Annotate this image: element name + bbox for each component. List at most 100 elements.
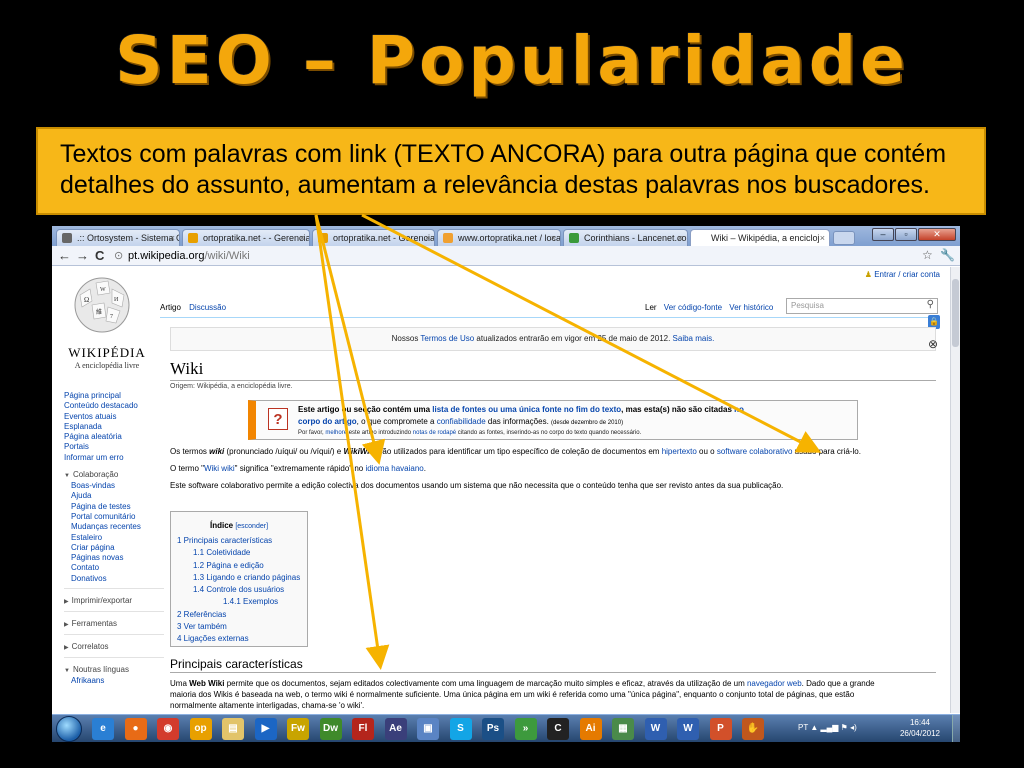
aftereffects-taskbar-icon[interactable]: Ae xyxy=(384,718,407,740)
sidebar-link[interactable]: Mudanças recentes xyxy=(64,522,164,532)
photoshop-taskbar-icon[interactable]: Ps xyxy=(482,718,504,740)
close-tab-icon[interactable]: × xyxy=(170,230,175,246)
hypertext-link[interactable]: hipertexto xyxy=(662,447,697,456)
language-link[interactable]: Afrikaans xyxy=(64,676,164,686)
start-button[interactable] xyxy=(56,716,82,742)
browser-tab[interactable]: ortopratika.net - Gerenciad × xyxy=(312,229,435,246)
maximize-button[interactable]: ▫ xyxy=(895,228,917,241)
sidebar-link[interactable]: Página aleatória xyxy=(64,432,164,442)
sidebar-link[interactable]: Portal comunitário xyxy=(64,512,164,522)
utility-taskbar-icon[interactable]: ▦ xyxy=(612,718,634,740)
sidebar-link[interactable]: Portais xyxy=(64,442,164,452)
close-tab-icon[interactable]: × xyxy=(300,230,305,246)
web-browser-link[interactable]: navegador web xyxy=(747,679,802,688)
dreamweaver-taskbar-icon[interactable]: Dw xyxy=(319,718,342,740)
media-taskbar-icon[interactable]: ▶ xyxy=(254,718,277,740)
sidebar-link[interactable]: Informar um erro xyxy=(64,453,164,463)
toc-item[interactable]: 3 Ver também xyxy=(171,621,307,633)
toc-item[interactable]: 1.1 Coletividade xyxy=(171,547,307,559)
search-input[interactable]: Pesquisa ⚲ xyxy=(786,298,938,314)
browser-tab[interactable]: www.ortopratika.net / local × xyxy=(437,229,561,246)
sidebar-link[interactable]: Eventos atuais xyxy=(64,412,164,422)
close-tab-icon[interactable]: × xyxy=(820,230,825,246)
search-icon[interactable]: ⚲ xyxy=(927,299,934,310)
network-icon[interactable]: ▂▄▆ xyxy=(820,723,838,732)
learn-more-link[interactable]: Saiba mais. xyxy=(673,334,715,343)
flag-icon[interactable]: ⚑ xyxy=(841,723,850,732)
terms-of-use-link[interactable]: Termos de Uso xyxy=(420,334,474,343)
toc-item[interactable]: 1.2 Página e edição xyxy=(171,560,307,572)
arrow-app-taskbar-icon[interactable]: » xyxy=(514,718,537,740)
taskbar-clock[interactable]: 16:44 26/04/2012 xyxy=(894,717,946,739)
sidebar-link[interactable]: Página de testes xyxy=(64,502,164,512)
sources-list-link[interactable]: lista de fontes ou uma única fonte no fi… xyxy=(432,405,621,414)
no-link[interactable]: no xyxy=(734,405,744,414)
language-indicator[interactable]: PT xyxy=(798,723,808,732)
toc-item[interactable]: 2 Referências xyxy=(171,609,307,621)
wrench-icon[interactable]: 🔧 xyxy=(940,248,955,262)
ie-taskbar-icon[interactable]: e xyxy=(92,718,114,740)
forward-icon[interactable]: → xyxy=(76,248,89,264)
word-taskbar-icon[interactable]: W xyxy=(644,718,667,740)
other-taskbar-icon[interactable]: ✋ xyxy=(742,718,764,740)
fireworks-taskbar-icon[interactable]: Fw xyxy=(287,718,309,740)
wikipedia-globe-logo[interactable]: Ω W И 維 7 xyxy=(66,273,138,333)
sidebar-link[interactable]: Páginas novas xyxy=(64,553,164,563)
reload-icon[interactable]: C xyxy=(95,248,104,264)
back-icon[interactable]: ← xyxy=(58,248,71,264)
tab-article[interactable]: Artigo xyxy=(160,303,181,312)
toc-item[interactable]: 1 Principais características xyxy=(171,535,307,547)
browser-tab[interactable]: Corinthians - Lancenet.com × xyxy=(563,229,688,246)
wiki-wiki-link[interactable]: Wiki wiki xyxy=(204,464,235,473)
ortopratika-taskbar-icon[interactable]: op xyxy=(189,718,212,740)
tab-discussion[interactable]: Discussão xyxy=(189,303,226,312)
close-window-button[interactable]: ✕ xyxy=(918,228,956,241)
sidebar-link[interactable]: Donativos xyxy=(64,574,164,584)
toc-hide-link[interactable]: [esconder] xyxy=(235,523,268,530)
toc-item[interactable]: 1.4 Controle dos usuários xyxy=(171,584,307,596)
word2-taskbar-icon[interactable]: W xyxy=(677,718,699,740)
skype-taskbar-icon[interactable]: S xyxy=(449,718,472,740)
reliability-link[interactable]: confiabilidade xyxy=(437,417,486,426)
explorer-taskbar-icon[interactable]: ▤ xyxy=(222,718,244,740)
improve-link[interactable]: melhore xyxy=(325,430,347,436)
close-tab-icon[interactable]: × xyxy=(551,230,556,246)
sidebar-section-languages[interactable]: Noutras línguas xyxy=(64,665,164,676)
page-scrollbar[interactable] xyxy=(950,267,960,713)
sidebar-section-related[interactable]: Correlatos xyxy=(64,642,164,653)
article-body-link[interactable]: corpo do artigo xyxy=(298,417,357,426)
close-notice-icon[interactable]: ⊗ xyxy=(928,337,938,351)
sidebar-section-tools[interactable]: Ferramentas xyxy=(64,619,164,630)
sidebar-link[interactable]: Conteúdo destacado xyxy=(64,401,164,411)
sidebar-link[interactable]: Boas-vindas xyxy=(64,481,164,491)
sidebar-section-colaboracao[interactable]: Colaboração xyxy=(64,470,164,481)
toc-item[interactable]: 1.3 Ligando e criando páginas xyxy=(171,572,307,584)
close-tab-icon[interactable]: × xyxy=(425,230,430,246)
address-bar[interactable]: ⊙ pt.wikipedia.org/wiki/Wiki xyxy=(114,248,914,264)
illustrator-taskbar-icon[interactable]: Ai xyxy=(579,718,602,740)
firefox-taskbar-icon[interactable]: ● xyxy=(124,718,147,740)
colorpic-taskbar-icon[interactable]: C xyxy=(547,718,569,740)
chrome-taskbar-icon[interactable]: ◉ xyxy=(157,718,179,740)
browser-tab[interactable]: .:: Ortosystem - Sistema O × xyxy=(56,229,180,246)
browser-tab[interactable]: ortopratika.net - - Gerencia × xyxy=(182,229,310,246)
footnotes-link[interactable]: notas de rodapé xyxy=(413,430,456,436)
sidebar-link[interactable]: Página principal xyxy=(64,391,164,401)
powerpoint-taskbar-icon[interactable]: P xyxy=(709,718,732,740)
sidebar-section-print[interactable]: Imprimir/exportar xyxy=(64,596,164,607)
tab-view-source[interactable]: Ver código-fonte xyxy=(664,303,722,312)
sidebar-link[interactable]: Criar página xyxy=(64,543,164,553)
browser-tab[interactable]: Wiki – Wikipédia, a encicloj × xyxy=(690,229,830,246)
toc-item[interactable]: 4 Ligações externas xyxy=(171,633,307,645)
flash-taskbar-icon[interactable]: Fl xyxy=(352,718,374,740)
tray-arrow-icon[interactable]: ▲ xyxy=(810,723,820,732)
hawaiian-language-link[interactable]: idioma havaiano xyxy=(365,464,423,473)
sidebar-link[interactable]: Estaleiro xyxy=(64,533,164,543)
scrollbar-thumb[interactable] xyxy=(952,279,959,347)
screen-taskbar-icon[interactable]: ▣ xyxy=(417,718,439,740)
volume-icon[interactable]: ◂) xyxy=(850,723,857,732)
toc-item[interactable]: 1.4.1 Exemplos xyxy=(171,596,307,608)
bookmark-star-icon[interactable]: ☆ xyxy=(922,248,933,262)
sidebar-link[interactable]: Ajuda xyxy=(64,491,164,501)
tab-history[interactable]: Ver histórico xyxy=(729,303,773,312)
